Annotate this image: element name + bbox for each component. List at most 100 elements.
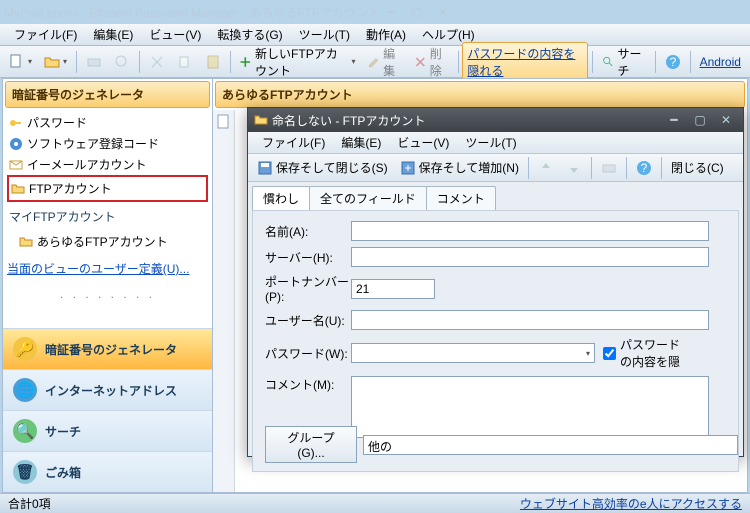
mail-icon: [9, 158, 23, 172]
username-input[interactable]: [351, 310, 709, 330]
status-website-link[interactable]: ウェブサイト高効率のe人にアクセスする: [520, 495, 742, 512]
status-left: 合計0項: [8, 495, 51, 512]
new-ftp-account-button[interactable]: 新しいFTPアカウント▾: [234, 42, 360, 82]
key-icon: 🔑: [13, 337, 37, 361]
arrow-up-icon: [538, 160, 554, 176]
search-button[interactable]: サーチ: [597, 42, 651, 82]
arrow-down-icon: [566, 160, 582, 176]
paste-button[interactable]: [200, 51, 226, 73]
app-toolbar: ▾ ▾ 新しいFTPアカウント▾ 編集 削除 パスワードの内容を隠れる サーチ …: [0, 46, 750, 78]
server-input[interactable]: [351, 247, 709, 267]
sidebar-dots: . . . . . . . .: [3, 283, 212, 305]
dialog-title: 命名しない - FTPアカウント: [268, 112, 663, 129]
globe-icon: 🌐: [13, 378, 37, 402]
hide-password-button[interactable]: パスワードの内容を隠れる: [462, 42, 588, 82]
dialog-menubar: ファイル(F) 編集(E) ビュー(V) ツール(T): [248, 132, 743, 154]
copy-button[interactable]: [172, 51, 198, 73]
user-define-view-link[interactable]: 当面のビューのユーザー定義(U)...: [3, 254, 212, 283]
save-and-add-button[interactable]: 保存そして増加(N): [395, 156, 524, 179]
hide-password-checkbox[interactable]: パスワードの内容を隠: [603, 336, 689, 370]
username-label: ユーザー名(U):: [265, 312, 351, 329]
menu-edit[interactable]: 編集(E): [85, 24, 141, 45]
search-icon: 🔍: [13, 419, 37, 443]
folder-icon: [19, 235, 33, 249]
android-button[interactable]: Android: [695, 52, 746, 72]
dialog-menu-view[interactable]: ビュー(V): [389, 132, 457, 153]
name-label: 名前(A):: [265, 223, 351, 240]
server-label: サーバー(H):: [265, 249, 351, 266]
nav-trash[interactable]: 🗑ごみ箱: [3, 451, 212, 492]
tree-item-email[interactable]: イーメールアカウント: [7, 154, 208, 175]
dialog-close-button[interactable]: ✕: [715, 112, 737, 128]
tree-item-all-ftp[interactable]: あらゆるFTPアカウント: [17, 231, 208, 252]
name-input[interactable]: [351, 221, 709, 241]
save-icon: [257, 160, 273, 176]
tab-custom[interactable]: 慣わし: [252, 186, 310, 210]
app-title: MyPwd.epmw - Efficient Password Manager …: [4, 4, 380, 21]
tab-comment[interactable]: コメント: [426, 186, 496, 210]
help-button[interactable]: ?: [660, 51, 686, 73]
main-header: あらゆるFTPアカウント: [215, 81, 745, 108]
svg-text:?: ?: [669, 55, 676, 69]
tree-item-software-reg[interactable]: ソフトウェア登録コード: [7, 133, 208, 154]
sidebar-header: 暗証番号のジェネレータ: [5, 81, 210, 108]
cd-icon: [9, 137, 23, 151]
chevron-down-icon: ▾: [586, 349, 590, 358]
tab-all-fields[interactable]: 全てのフィールド: [309, 186, 427, 210]
menu-view[interactable]: ビュー(V): [141, 24, 209, 45]
cut-button[interactable]: [144, 51, 170, 73]
port-input[interactable]: [351, 279, 435, 299]
dialog-form: 名前(A): サーバー(H): ポートナンバー(P): ユーザー名(U): パス…: [252, 210, 739, 472]
group-button[interactable]: グループ(G)...: [265, 426, 357, 463]
minimize-button[interactable]: ━: [380, 4, 402, 20]
dialog-maximize-button[interactable]: ▢: [689, 112, 711, 128]
group-field[interactable]: 他の: [363, 435, 738, 455]
print-button[interactable]: [81, 51, 107, 73]
folder-icon: [11, 182, 25, 196]
dialog-titlebar: 命名しない - FTPアカウント ━ ▢ ✕: [248, 108, 743, 132]
print-icon: [601, 160, 617, 176]
edit-button[interactable]: 編集: [363, 42, 408, 82]
chevron-down-icon: ▾: [352, 57, 356, 66]
nav-search[interactable]: 🔍サーチ: [3, 410, 212, 451]
sidebar: 暗証番号のジェネレータ パスワード ソフトウェア登録コード イーメールアカウント…: [3, 79, 213, 492]
dialog-menu-tools[interactable]: ツール(T): [457, 132, 524, 153]
dialog-tabs: 慣わし 全てのフィールド コメント: [248, 182, 743, 210]
status-bar: 合計0項 ウェブサイト高効率のe人にアクセスする: [0, 493, 750, 513]
prev-record-button[interactable]: [533, 157, 559, 179]
save-add-icon: [400, 160, 416, 176]
app-titlebar: MyPwd.epmw - Efficient Password Manager …: [0, 0, 750, 24]
dialog-help-button[interactable]: ?: [631, 157, 657, 179]
dialog-minimize-button[interactable]: ━: [663, 112, 685, 128]
close-button-toolbar[interactable]: 閉じる(C): [666, 156, 729, 179]
password-combo[interactable]: ▾: [351, 343, 595, 363]
open-folder-button[interactable]: ▾: [39, 51, 72, 73]
delete-button[interactable]: 削除: [409, 42, 454, 82]
tree-item-ftp[interactable]: FTPアカウント: [7, 175, 208, 202]
trash-icon: 🗑: [13, 460, 37, 484]
sidebar-tree: パスワード ソフトウェア登録コード イーメールアカウント FTPアカウント: [3, 110, 212, 204]
help-icon: ?: [636, 160, 652, 176]
new-doc-button[interactable]: ▾: [4, 51, 37, 73]
save-and-close-button[interactable]: 保存そして閉じる(S): [252, 156, 393, 179]
maximize-button[interactable]: ▢: [406, 4, 428, 20]
dialog-menu-file[interactable]: ファイル(F): [254, 132, 333, 153]
dialog-menu-edit[interactable]: 編集(E): [333, 132, 389, 153]
nav-password-generator[interactable]: 🔑暗証番号のジェネレータ: [3, 328, 212, 369]
port-label: ポートナンバー(P):: [265, 273, 351, 304]
svg-text:?: ?: [641, 161, 648, 175]
tree-item-password[interactable]: パスワード: [7, 112, 208, 133]
close-button[interactable]: ✕: [432, 4, 454, 20]
key-icon: [9, 116, 23, 130]
list-gutter: [213, 110, 235, 492]
dialog-print-button[interactable]: [596, 157, 622, 179]
print-preview-button[interactable]: [109, 51, 135, 73]
password-label: パスワード(W):: [265, 345, 351, 362]
menu-file[interactable]: ファイル(F): [6, 24, 85, 45]
document-icon: [216, 114, 232, 130]
nav-internet-address[interactable]: 🌐インターネットアドレス: [3, 369, 212, 410]
dialog-toolbar: 保存そして閉じる(S) 保存そして増加(N) ? 閉じる(C): [248, 154, 743, 182]
next-record-button[interactable]: [561, 157, 587, 179]
ftp-account-dialog: 命名しない - FTPアカウント ━ ▢ ✕ ファイル(F) 編集(E) ビュー…: [247, 107, 744, 457]
my-ftp-header: マイFTPアカウント: [3, 204, 212, 229]
